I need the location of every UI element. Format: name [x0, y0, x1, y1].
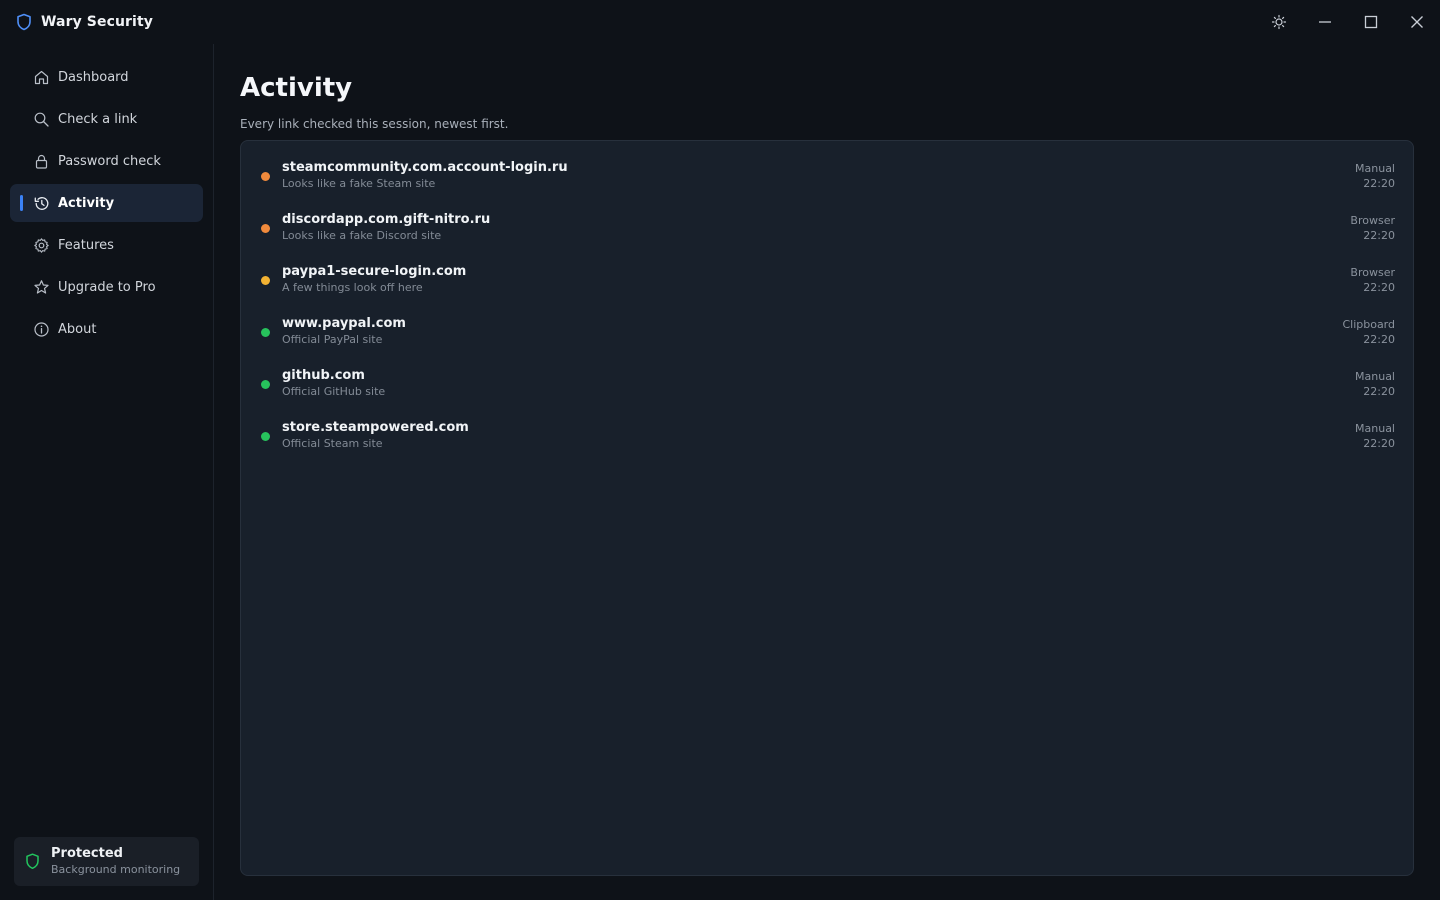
activity-source: Browser: [1350, 214, 1395, 227]
activity-row[interactable]: discordapp.com.gift-nitro.ru Looks like …: [241, 211, 1413, 263]
theme-toggle-button[interactable]: [1256, 0, 1302, 44]
activity-description: A few things look off here: [282, 281, 423, 294]
sidebar-item-activity[interactable]: Activity: [10, 184, 203, 222]
activity-description: Looks like a fake Steam site: [282, 177, 436, 190]
protection-status-card: Protected Background monitoring: [14, 837, 199, 886]
sidebar-item-label: Password check: [58, 153, 161, 169]
sidebar-item-upgrade-pro[interactable]: Upgrade to Pro: [10, 268, 203, 306]
activity-url: paypa1-secure-login.com: [282, 264, 467, 279]
activity-url: github.com: [282, 368, 365, 383]
status-dot-safe: [261, 432, 270, 441]
activity-time: 22:20: [1363, 385, 1395, 398]
activity-description: Official PayPal site: [282, 333, 383, 346]
search-icon: [34, 112, 49, 127]
status-subtitle: Background monitoring: [51, 863, 181, 876]
sidebar-item-label: Dashboard: [58, 69, 129, 85]
gear-icon: [34, 237, 49, 253]
activity-url: discordapp.com.gift-nitro.ru: [282, 212, 491, 227]
activity-time: 22:20: [1363, 333, 1395, 346]
activity-row[interactable]: store.steampowered.com Official Steam si…: [241, 419, 1413, 471]
title-bar: Wary Security: [0, 0, 1440, 44]
activity-url: www.paypal.com: [282, 316, 406, 331]
home-icon: [34, 70, 49, 84]
activity-row[interactable]: steamcommunity.com.account-login.ru Look…: [241, 159, 1413, 211]
app-title: Wary Security: [41, 14, 153, 30]
sun-icon: [1271, 14, 1287, 30]
sidebar-item-label: Check a link: [58, 111, 138, 127]
close-button[interactable]: [1394, 0, 1440, 44]
activity-source: Manual: [1355, 162, 1395, 175]
maximize-button[interactable]: [1348, 0, 1394, 44]
activity-row[interactable]: paypa1-secure-login.com A few things loo…: [241, 263, 1413, 315]
page-title: Activity: [240, 73, 353, 103]
activity-description: Official Steam site: [282, 437, 383, 450]
status-text: Protected Background monitoring: [51, 846, 180, 877]
activity-time: 22:20: [1363, 177, 1395, 190]
sidebar-item-label: Features: [58, 237, 114, 253]
minimize-icon: [1319, 21, 1331, 23]
sidebar-item-dashboard[interactable]: Dashboard: [10, 58, 203, 96]
status-dot-warning: [261, 276, 270, 285]
activity-source: Manual: [1355, 370, 1395, 383]
page-subtitle: Every link checked this session, newest …: [240, 117, 509, 131]
shield-logo-icon: [17, 13, 31, 31]
activity-source: Clipboard: [1342, 318, 1395, 331]
shield-check-icon: [26, 853, 39, 870]
activity-source: Browser: [1350, 266, 1395, 279]
activity-time: 22:20: [1363, 281, 1395, 294]
activity-url: steamcommunity.com.account-login.ru: [282, 160, 568, 175]
activity-source: Manual: [1355, 422, 1395, 435]
sidebar-item-label: About: [58, 321, 97, 337]
status-dot-safe: [261, 380, 270, 389]
history-icon: [34, 196, 49, 210]
activity-description: Looks like a fake Discord site: [282, 229, 442, 242]
activity-panel: steamcommunity.com.account-login.ru Look…: [240, 140, 1414, 876]
sidebar: Dashboard Check a link Password check Ac…: [0, 44, 214, 900]
activity-time: 22:20: [1363, 437, 1395, 450]
sidebar-item-label: Upgrade to Pro: [58, 279, 156, 295]
main-content: Activity Every link checked this session…: [240, 44, 1414, 132]
sidebar-nav: Dashboard Check a link Password check Ac…: [0, 44, 213, 348]
activity-row[interactable]: github.com Official GitHub site Manual 2…: [241, 367, 1413, 419]
status-dot-danger: [261, 172, 270, 181]
minimize-button[interactable]: [1302, 0, 1348, 44]
sidebar-item-features[interactable]: Features: [10, 226, 203, 264]
app-brand: Wary Security: [0, 0, 153, 44]
activity-time: 22:20: [1363, 229, 1395, 242]
sidebar-item-label: Activity: [58, 195, 115, 211]
activity-description: Official GitHub site: [282, 385, 386, 398]
star-icon: [34, 279, 49, 294]
sidebar-item-password-check[interactable]: Password check: [10, 142, 203, 180]
status-title: Protected: [51, 846, 123, 861]
lock-icon: [35, 154, 48, 169]
status-dot-safe: [261, 328, 270, 337]
status-dot-danger: [261, 224, 270, 233]
sidebar-item-check-link[interactable]: Check a link: [10, 100, 203, 138]
activity-url: store.steampowered.com: [282, 420, 469, 435]
info-icon: [34, 321, 49, 337]
window-controls: [1256, 0, 1440, 44]
close-icon: [1411, 16, 1423, 28]
sidebar-item-about[interactable]: About: [10, 310, 203, 348]
maximize-icon: [1364, 15, 1378, 29]
activity-row[interactable]: www.paypal.com Official PayPal site Clip…: [241, 315, 1413, 367]
